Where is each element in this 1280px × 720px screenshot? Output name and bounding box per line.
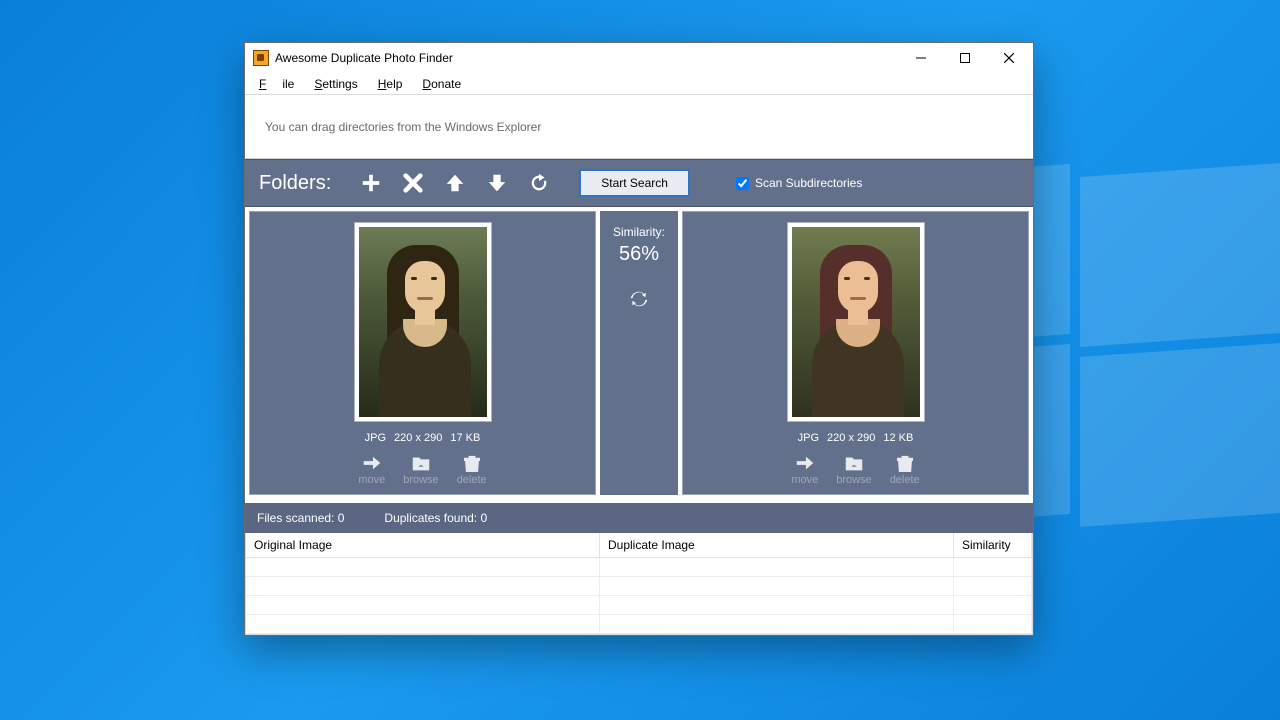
compare-area: JPG220 x 29017 KB move browse delete Sim…: [245, 207, 1033, 499]
menubar: File Settings Help Donate: [245, 73, 1033, 95]
move-down-icon[interactable]: [485, 171, 509, 195]
right-move-button[interactable]: move: [791, 452, 818, 486]
start-search-button[interactable]: Start Search: [579, 169, 690, 197]
files-scanned: Files scanned: 0: [257, 511, 344, 525]
close-button[interactable]: [987, 44, 1031, 72]
remove-folder-icon[interactable]: [401, 171, 425, 195]
left-image-pane: JPG220 x 29017 KB move browse delete: [249, 211, 596, 495]
swap-icon[interactable]: [628, 288, 650, 315]
duplicates-found: Duplicates found: 0: [384, 511, 487, 525]
menu-help[interactable]: Help: [370, 75, 411, 93]
right-delete-button[interactable]: delete: [890, 452, 920, 486]
similarity-label: Similarity:: [613, 225, 665, 239]
window-title: Awesome Duplicate Photo Finder: [275, 51, 453, 65]
folders-label: Folders:: [259, 172, 331, 195]
move-up-icon[interactable]: [443, 171, 467, 195]
table-row[interactable]: [246, 558, 1032, 577]
similarity-value: 56%: [619, 243, 659, 266]
drag-hint: You can drag directories from the Window…: [245, 95, 1033, 159]
left-move-button[interactable]: move: [358, 452, 385, 486]
refresh-icon[interactable]: [527, 171, 551, 195]
table-row[interactable]: [246, 596, 1032, 615]
col-similarity[interactable]: Similarity: [954, 533, 1032, 558]
right-image-pane: JPG220 x 29012 KB move browse delete: [682, 211, 1029, 495]
add-folder-icon[interactable]: [359, 171, 383, 195]
maximize-button[interactable]: [943, 44, 987, 72]
left-browse-button[interactable]: browse: [403, 452, 438, 486]
menu-settings[interactable]: Settings: [306, 75, 365, 93]
titlebar[interactable]: Awesome Duplicate Photo Finder: [245, 43, 1033, 73]
col-original[interactable]: Original Image: [246, 533, 600, 558]
menu-donate[interactable]: Donate: [414, 75, 469, 93]
right-meta: JPG220 x 29012 KB: [798, 432, 914, 444]
results-table[interactable]: Original Image Duplicate Image Similarit…: [245, 533, 1033, 635]
app-window: Awesome Duplicate Photo Finder File Sett…: [244, 42, 1034, 636]
right-thumbnail[interactable]: [787, 222, 925, 422]
col-duplicate[interactable]: Duplicate Image: [600, 533, 954, 558]
table-header: Original Image Duplicate Image Similarit…: [246, 533, 1032, 558]
folders-toolbar: Folders: Start Search Scan Subdirectorie…: [245, 159, 1033, 207]
right-browse-button[interactable]: browse: [836, 452, 871, 486]
scan-subdirectories-label: Scan Subdirectories: [755, 176, 862, 190]
left-thumbnail[interactable]: [354, 222, 492, 422]
left-meta: JPG220 x 29017 KB: [365, 432, 481, 444]
minimize-button[interactable]: [899, 44, 943, 72]
menu-file[interactable]: File: [251, 75, 302, 93]
status-bar: Files scanned: 0 Duplicates found: 0: [245, 499, 1033, 533]
left-delete-button[interactable]: delete: [457, 452, 487, 486]
app-icon: [253, 50, 269, 66]
similarity-panel: Similarity: 56%: [600, 211, 678, 495]
scan-subdirectories-checkbox[interactable]: Scan Subdirectories: [736, 176, 862, 190]
scan-subdirectories-input[interactable]: [736, 177, 749, 190]
table-row[interactable]: [246, 615, 1032, 634]
table-row[interactable]: [246, 577, 1032, 596]
